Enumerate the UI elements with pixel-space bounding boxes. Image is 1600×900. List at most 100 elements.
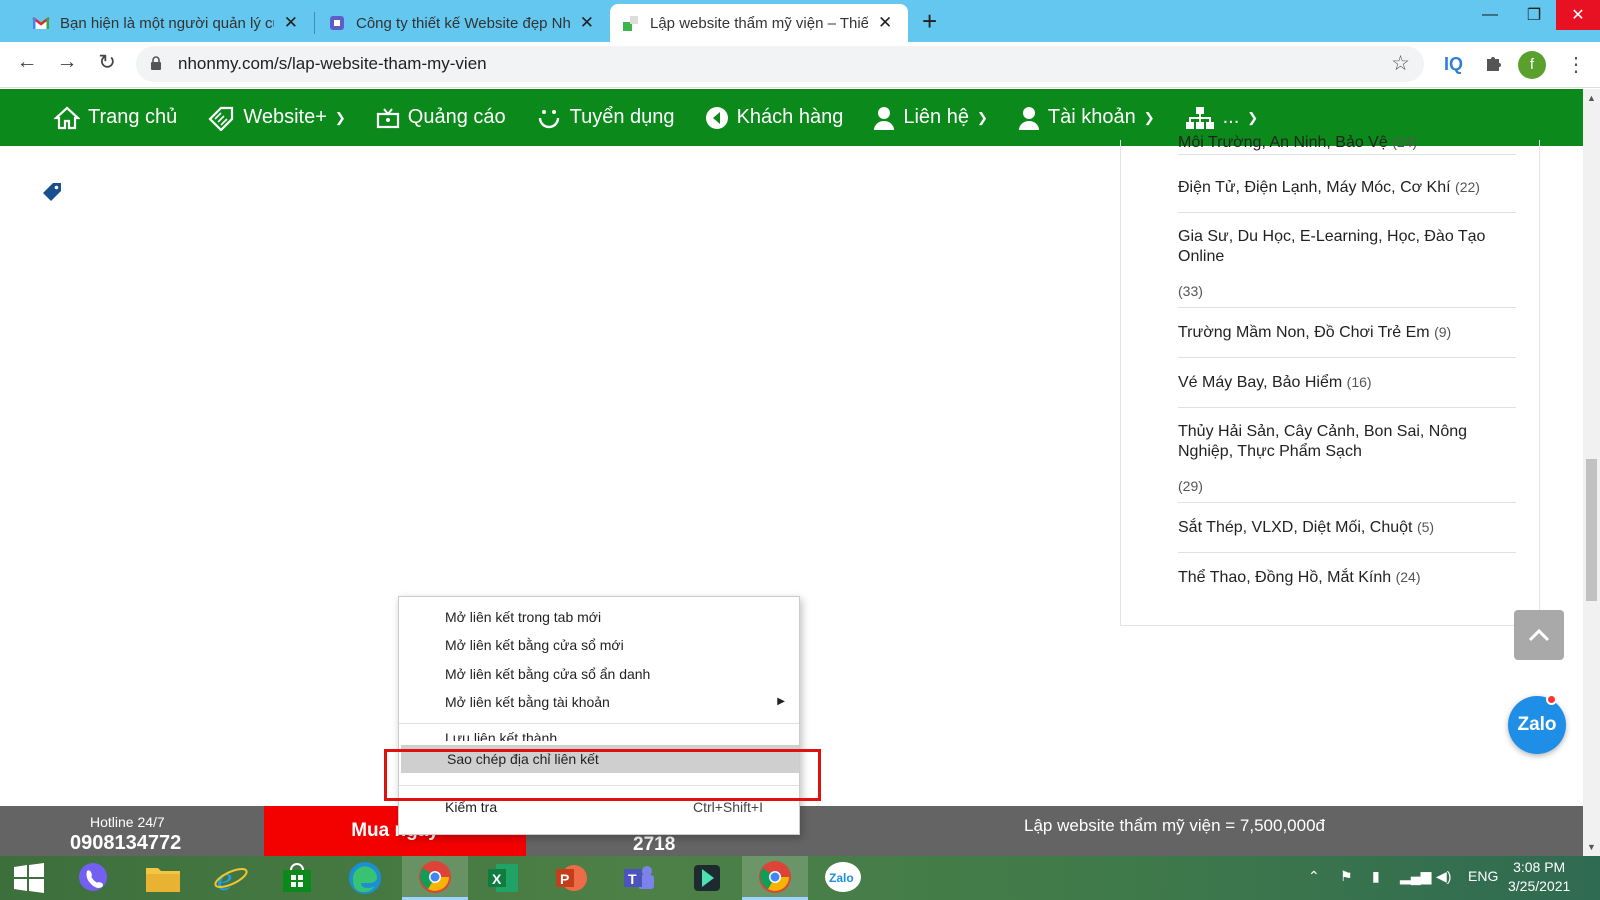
file-explorer-icon[interactable] [130, 856, 196, 900]
browser-toolbar: ← → ↻ nhonmy.com/s/lap-website-tham-my-v… [0, 42, 1600, 88]
notification-dot [1546, 694, 1557, 705]
reload-button[interactable]: ↻ [92, 50, 122, 75]
category-item[interactable]: Thủy Hải Sản, Cây Cảnh, Bon Sai, Nông Ng… [1178, 408, 1516, 503]
back-to-top-button[interactable] [1514, 610, 1564, 660]
teams-icon[interactable]: T [606, 856, 672, 900]
tab-gmail[interactable]: Bạn hiện là một người quản lý củ ✕ [20, 4, 310, 42]
scroll-down-icon[interactable]: ▼ [1587, 842, 1596, 852]
nav-khach-hang[interactable]: Khách hàng [705, 106, 844, 130]
nav-label: Quảng cáo [407, 106, 506, 128]
submenu-arrow-icon: ▶ [777, 696, 785, 707]
category-item[interactable]: Trường Mầm Non, Đồ Chơi Trẻ Em (9) [1178, 308, 1516, 358]
nav-lien-he[interactable]: Liên hệ ❯ [873, 106, 988, 130]
menu-open-with-account[interactable]: Mở liên kết bằng tài khoản ▶ [399, 688, 799, 716]
excel-icon[interactable]: X [470, 856, 536, 900]
internet-explorer-icon[interactable]: e [198, 856, 264, 900]
highlight-annotation-box [384, 749, 821, 801]
nav-more[interactable]: ... ❯ [1185, 106, 1259, 130]
chevron-down-icon: ❯ [1143, 109, 1155, 125]
category-item[interactable]: Vé Máy Bay, Bảo Hiểm (16) [1178, 358, 1516, 408]
nav-website[interactable]: Website+ ❯ [207, 105, 346, 131]
scroll-thumb[interactable] [1586, 459, 1597, 601]
store-icon[interactable] [264, 856, 330, 900]
zalo-app-icon[interactable]: Zalo [810, 856, 876, 900]
menu-save-link[interactable]: Lưu liên kết thành... [399, 724, 799, 741]
forward-button[interactable]: → [52, 50, 82, 74]
gmail-icon [32, 17, 50, 29]
tab-close-icon[interactable]: ✕ [284, 13, 298, 33]
site-icon [623, 16, 638, 31]
system-clock[interactable]: 3:08 PM 3/25/2021 [1508, 858, 1570, 896]
extensions-puzzle-icon[interactable] [1484, 54, 1502, 77]
tab-close-icon[interactable]: ✕ [580, 13, 594, 33]
menu-open-new-tab[interactable]: Mở liên kết trong tab mới [399, 603, 799, 631]
nav-tuyen-dung[interactable]: Tuyển dụng [536, 106, 675, 130]
category-item[interactable]: Môi Trường, An Ninh, Bảo Vệ (24) [1178, 132, 1516, 154]
tab-title: Bạn hiện là một người quản lý củ [60, 14, 274, 32]
nav-trang-chu[interactable]: Trang chủ [54, 106, 177, 130]
category-item[interactable]: Điện Tử, Điện Lạnh, Máy Móc, Cơ Khí (22) [1178, 154, 1516, 213]
network-signal-icon[interactable]: ▂▄▆ [1400, 868, 1431, 885]
scroll-up-icon[interactable]: ▲ [1587, 93, 1596, 103]
menu-kebab-icon[interactable]: ⋮ [1566, 52, 1586, 77]
tray-overflow-icon[interactable]: ⌃ [1308, 868, 1320, 885]
product-code: 2718 [633, 834, 676, 855]
chevron-down-icon: ❯ [334, 109, 346, 125]
nav-label: ... [1222, 106, 1240, 128]
lock-icon [151, 56, 161, 70]
bookmark-star-icon[interactable]: ☆ [1391, 51, 1410, 76]
profile-avatar[interactable]: f [1518, 51, 1546, 79]
category-item[interactable]: Sắt Thép, VLXD, Diệt Mối, Chuột (5) [1178, 503, 1516, 553]
url-text: nhonmy.com/s/lap-website-tham-my-vien [178, 54, 487, 73]
chevron-down-icon: ❯ [976, 109, 988, 125]
chrome-profile-icon[interactable] [742, 856, 808, 900]
powerpoint-icon[interactable]: P [538, 856, 604, 900]
tab-close-icon[interactable]: ✕ [878, 13, 892, 33]
nav-label: Liên hệ [903, 106, 969, 128]
address-bar[interactable]: nhonmy.com/s/lap-website-tham-my-vien ☆ [136, 46, 1424, 82]
hotline-number[interactable]: 0908134772 [70, 832, 181, 855]
svg-text:P: P [560, 871, 569, 887]
zalo-chat-button[interactable]: Zalo [1508, 696, 1566, 754]
home-icon [54, 106, 80, 130]
price-text: Lập website thẩm mỹ viện = 7,500,000đ [1024, 816, 1325, 835]
hotline-label: Hotline 24/7 [90, 814, 165, 830]
edge-icon[interactable] [332, 856, 398, 900]
play-back-icon [705, 106, 729, 130]
nav-label: Khách hàng [736, 106, 844, 128]
tab-lap-website[interactable]: Lập website thẩm mỹ viện – Thiế ✕ [610, 4, 908, 42]
chevron-up-icon [1528, 628, 1550, 642]
category-item[interactable]: Thể Thao, Đồng Hồ, Mắt Kính (24) [1178, 553, 1516, 602]
chevron-down-icon: ❯ [1247, 109, 1259, 125]
close-window-button[interactable]: ✕ [1556, 0, 1600, 30]
volume-icon[interactable]: ◀) [1436, 868, 1451, 885]
site-icon [330, 16, 344, 30]
menu-open-new-window[interactable]: Mở liên kết bằng cửa sổ mới [399, 631, 799, 659]
back-button[interactable]: ← [12, 50, 42, 74]
windows-start-icon[interactable] [0, 856, 58, 900]
viber-icon[interactable] [60, 856, 126, 900]
svg-text:Zalo: Zalo [829, 871, 854, 885]
nav-tai-khoan[interactable]: Tài khoản ❯ [1018, 106, 1155, 130]
smile-icon [536, 106, 562, 130]
category-item[interactable]: Gia Sư, Du Học, E-Learning, Học, Đào Tạo… [1178, 213, 1516, 308]
user-icon [873, 106, 895, 130]
restore-button[interactable]: ❐ [1512, 0, 1556, 30]
billboard-icon [376, 106, 400, 130]
flag-icon[interactable]: ⚑ [1340, 868, 1353, 885]
windows-taskbar: e X P T Zalo ⌃ ⚑ ▮ ▂▄▆ ◀) ENG 3:08 PM 3/… [0, 856, 1600, 900]
minimize-button[interactable]: — [1468, 0, 1512, 30]
nav-quang-cao[interactable]: Quảng cáo [376, 106, 506, 130]
new-tab-button[interactable]: + [922, 6, 937, 37]
menu-open-incognito[interactable]: Mở liên kết bằng cửa sổ ẩn danh [399, 660, 799, 688]
chrome-icon[interactable] [402, 856, 468, 900]
battery-icon[interactable]: ▮ [1372, 868, 1380, 885]
tab-title: Lập website thẩm mỹ viện – Thiế [650, 14, 868, 32]
page-scrollbar[interactable]: ▲ ▼ [1583, 89, 1600, 856]
nav-label: Website+ [243, 106, 327, 128]
filmora-icon[interactable] [674, 856, 740, 900]
user-icon [1018, 106, 1040, 130]
tab-cong-ty[interactable]: Công ty thiết kế Website đẹp Nh ✕ [316, 4, 606, 42]
iq-extension-icon[interactable]: IQ [1444, 54, 1463, 75]
language-indicator[interactable]: ENG [1468, 868, 1498, 884]
